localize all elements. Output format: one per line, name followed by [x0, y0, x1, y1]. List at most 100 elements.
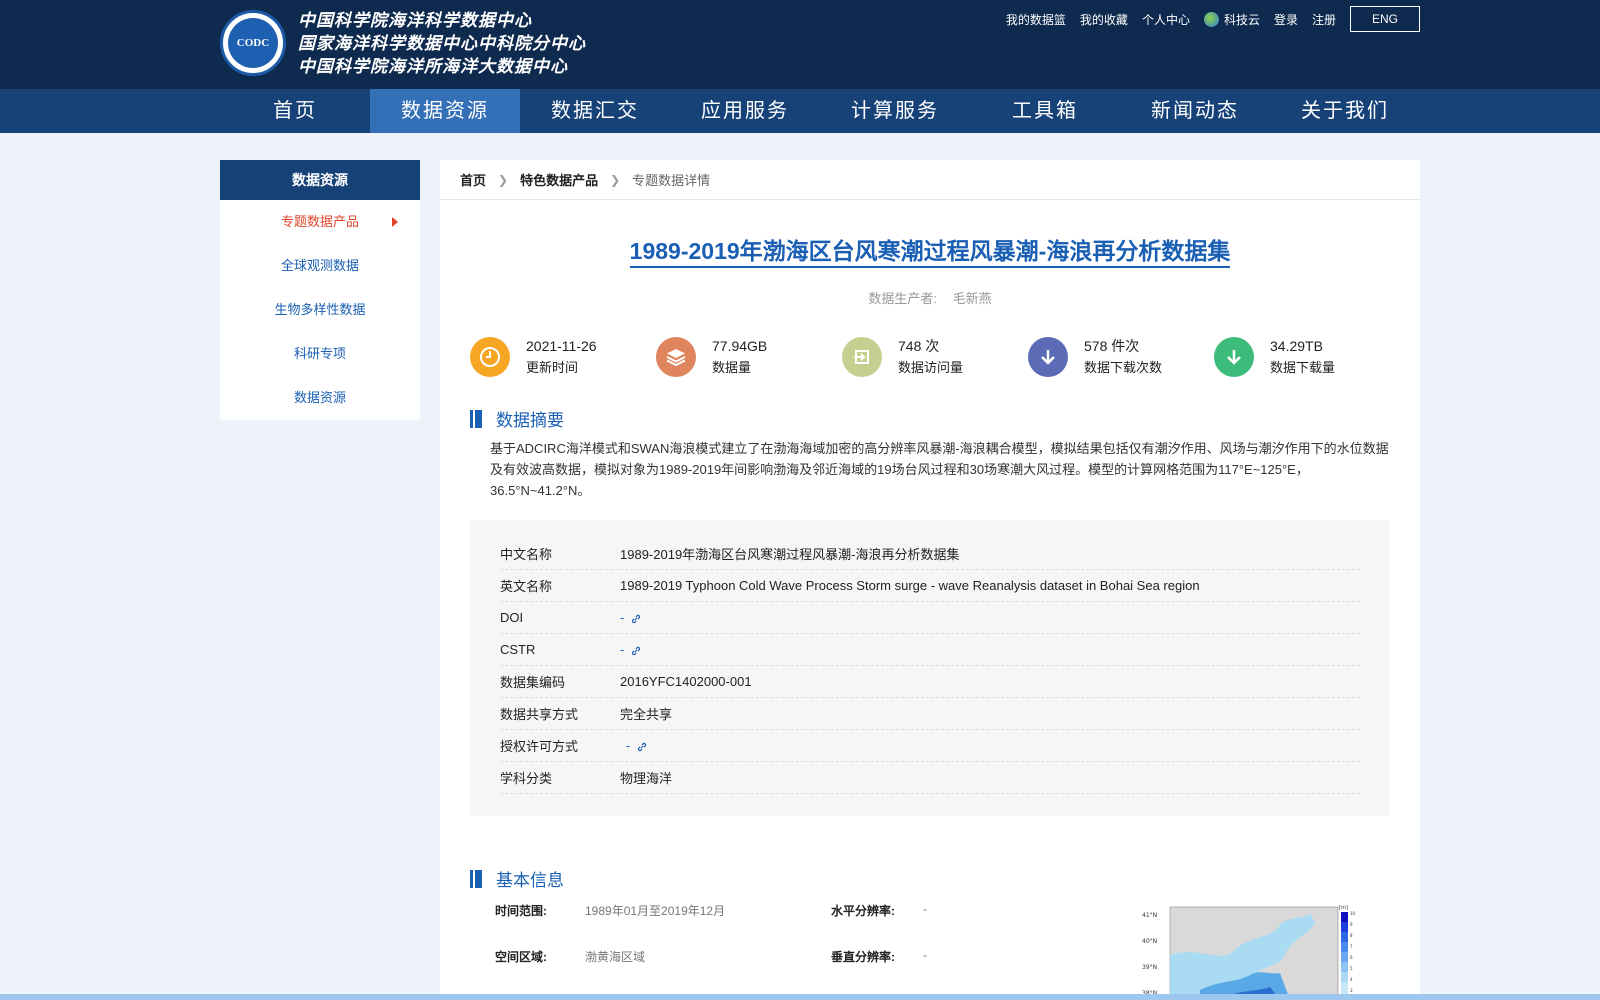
stat-value: 748 次: [898, 338, 940, 354]
nav-about-us[interactable]: 关于我们: [1270, 89, 1420, 133]
info-row-doi: DOI -: [500, 602, 1360, 634]
producer-line: 数据生产者: 毛新燕: [440, 288, 1420, 307]
nav-news[interactable]: 新闻动态: [1120, 89, 1270, 133]
breadcrumb-featured-products[interactable]: 特色数据产品: [520, 170, 598, 189]
stat-label: 数据量: [712, 360, 752, 375]
scale-bar-segment: [1341, 932, 1348, 942]
stat-value: 34.29TB: [1270, 338, 1323, 354]
info-key: 数据集编码: [500, 675, 566, 690]
org-name-1: 中国科学院海洋科学数据中心: [298, 11, 532, 31]
org-names: 中国科学院海洋科学数据中心 国家海洋科学数据中心中科院分中心 中国科学院海洋所海…: [298, 10, 586, 79]
sidebar-item-research-projects[interactable]: 科研专项: [220, 332, 420, 376]
info-row-dataset-code: 数据集编码 2016YFC1402000-001: [500, 666, 1360, 698]
section-bar-icon: [470, 409, 482, 428]
info-key: CSTR: [500, 642, 536, 657]
summary-text: 基于ADCIRC海洋模式和SWAN海浪模式建立了在渤海海域加密的高分辨率风暴潮-…: [490, 441, 1389, 498]
summary-heading-text: 数据摘要: [496, 411, 564, 430]
stat-label: 数据下载次数: [1084, 360, 1163, 375]
stat-label: 数据下载量: [1270, 360, 1336, 375]
time-range-value: 1989年01月至2019年12月: [585, 904, 726, 918]
license-value: -: [626, 738, 631, 753]
info-value: 2016YFC1402000-001: [620, 674, 752, 689]
org-name-2: 国家海洋科学数据中心中科院分中心: [298, 34, 586, 54]
sidebar-item-data-resources[interactable]: 数据资源: [220, 376, 420, 420]
codc-logo[interactable]: CODC: [220, 10, 286, 76]
sidebar-item-thematic-products[interactable]: 专题数据产品: [220, 200, 420, 244]
login-link[interactable]: 登录: [1274, 11, 1298, 28]
stat-download-count: 578 件次数据下载次数: [1028, 335, 1214, 379]
doi-link[interactable]: -: [620, 610, 642, 625]
scale-label: 4: [1350, 977, 1353, 982]
license-link[interactable]: -: [626, 738, 648, 753]
sidebar-item-biodiversity[interactable]: 生物多样性数据: [220, 288, 420, 332]
nav-computing-services[interactable]: 计算服务: [820, 89, 970, 133]
info-row-cstr: CSTR -: [500, 634, 1360, 666]
stat-value: 2021-11-26: [526, 338, 597, 354]
layers-icon: [656, 337, 696, 377]
nav-toolbox[interactable]: 工具箱: [970, 89, 1120, 133]
info-key: 数据共享方式: [500, 707, 579, 722]
info-table: 中文名称 1989-2019年渤海区台风寒潮过程风暴潮-海浪再分析数据集 英文名称…: [470, 520, 1390, 816]
personal-center-link[interactable]: 个人中心: [1142, 11, 1190, 28]
scale-label: 5: [1350, 966, 1353, 971]
breadcrumb-home[interactable]: 首页: [460, 170, 486, 189]
chevron-right-icon: ❯: [498, 172, 509, 187]
sidebar-item-global-observation[interactable]: 全球观测数据: [220, 244, 420, 288]
sidebar: 数据资源 专题数据产品 全球观测数据 生物多样性数据 科研专项 数据资源: [220, 160, 420, 420]
info-row-en-name: 英文名称 1989-2019 Typhoon Cold Wave Process …: [500, 570, 1360, 602]
top-links: 我的数据篮 我的收藏 个人中心 科技云 登录 注册 ENG: [992, 6, 1420, 32]
info-row-discipline: 学科分类 物理海洋: [500, 762, 1360, 794]
dataset-title: 1989-2019年渤海区台风寒潮过程风暴潮-海浪再分析数据集: [629, 238, 1231, 268]
info-value: 完全共享: [620, 707, 673, 722]
scale-label: 10: [1350, 911, 1356, 916]
info-row-sharing: 数据共享方式 完全共享: [500, 698, 1360, 730]
v-res-value: -: [923, 948, 927, 962]
my-data-basket-link[interactable]: 我的数据篮: [1006, 11, 1066, 28]
language-toggle-button[interactable]: ENG: [1350, 6, 1420, 32]
scale-bar-segment: [1341, 942, 1348, 952]
breadcrumb-current: 专题数据详情: [632, 173, 711, 188]
h-res-label: 水平分辨率:: [831, 904, 895, 918]
producer-name: 毛新燕: [952, 291, 992, 306]
cstcloud-link[interactable]: 科技云: [1203, 11, 1260, 28]
dataset-title-wrap: 1989-2019年渤海区台风寒潮过程风暴潮-海浪再分析数据集: [440, 232, 1420, 268]
link-icon: [638, 742, 647, 751]
sidebar-title: 数据资源: [220, 160, 420, 200]
info-key: 中文名称: [500, 547, 553, 562]
stat-value: 578 件次: [1084, 338, 1140, 354]
scale-label: 9: [1350, 922, 1353, 927]
basic-row-2: 空间区域: 渤黄海区域 垂直分辨率: -: [495, 948, 1215, 994]
my-favorites-link[interactable]: 我的收藏: [1080, 11, 1128, 28]
cstcloud-label: 科技云: [1223, 12, 1260, 27]
region-value: 渤黄海区域: [585, 950, 646, 964]
info-row-license: 授权许可方式 -: [500, 730, 1360, 762]
stat-label: 更新时间: [526, 360, 579, 375]
region-label: 空间区域:: [495, 950, 547, 964]
info-key: 英文名称: [500, 579, 553, 594]
region-map-thumbnail[interactable]: 41°N 40°N 39°N 38°N [m] 10 9 8 7 6 5 4 3: [1140, 895, 1360, 1000]
info-value: 1989-2019年渤海区台风寒潮过程风暴潮-海浪再分析数据集: [620, 547, 960, 562]
scale-bar-segment: [1341, 912, 1348, 922]
dataset-stats: 2021-11-26 更新时间 77.94GB 数据量 748 次数据访问量 578…: [470, 335, 1400, 379]
site-header: CODC 中国科学院海洋科学数据中心 国家海洋科学数据中心中科院分中心 中国科学…: [0, 0, 1600, 133]
main-navbar: 首页 数据资源 数据汇交 应用服务 计算服务 工具箱 新闻动态 关于我们: [0, 89, 1600, 133]
info-key: DOI: [500, 610, 524, 625]
stat-value: 77.94GB: [712, 338, 768, 354]
scale-bar-segment: [1341, 952, 1348, 962]
stat-update-time: 2021-11-26 更新时间: [470, 335, 656, 379]
lat-label: 41°N: [1142, 912, 1157, 919]
nav-home[interactable]: 首页: [220, 89, 370, 133]
scale-label: 6: [1350, 955, 1353, 960]
sidebar-item-label: 专题数据产品: [280, 214, 359, 229]
summary-heading: 数据摘要: [470, 406, 564, 431]
breadcrumb: 首页 ❯ 特色数据产品 ❯ 专题数据详情: [440, 160, 1420, 200]
info-key: 学科分类: [500, 771, 553, 786]
nav-data-submission[interactable]: 数据汇交: [520, 89, 670, 133]
scale-bar-segment: [1341, 962, 1348, 972]
nav-data-resources[interactable]: 数据资源: [370, 89, 520, 133]
cstr-link[interactable]: -: [620, 642, 642, 657]
download-icon: [1214, 337, 1254, 377]
time-range-label: 时间范围:: [495, 904, 547, 918]
register-link[interactable]: 注册: [1312, 11, 1336, 28]
nav-app-services[interactable]: 应用服务: [670, 89, 820, 133]
